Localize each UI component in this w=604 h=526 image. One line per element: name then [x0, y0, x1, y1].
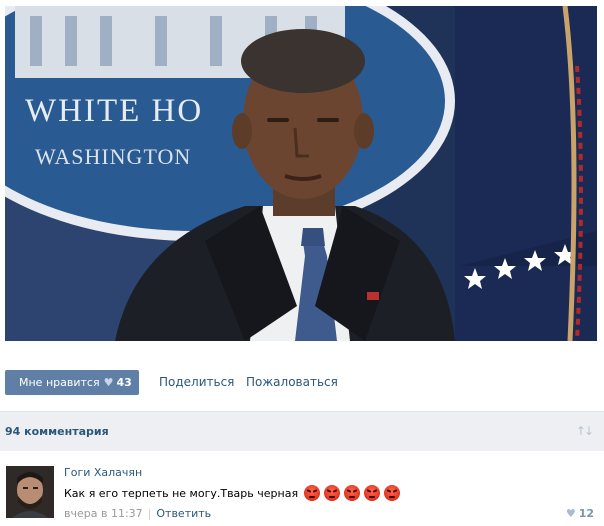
photo-illustration: WHITE HO WASHINGTON: [5, 6, 597, 341]
photo-sign-line1: WHITE HO: [25, 93, 203, 129]
angry-face-icon: [384, 485, 401, 501]
angry-face-icon: [304, 485, 321, 501]
post-photo[interactable]: WHITE HO WASHINGTON: [5, 6, 597, 341]
reply-link[interactable]: Ответить: [156, 507, 211, 520]
like-label: Мне нравится: [19, 376, 100, 389]
emoji-group: [304, 485, 401, 501]
angry-face-icon: [344, 485, 361, 501]
like-button[interactable]: Мне нравится ♥ 43: [5, 370, 139, 395]
report-link[interactable]: Пожаловаться: [246, 375, 338, 389]
comment-like-button[interactable]: ♥ 12: [566, 507, 594, 520]
heart-icon: ♥: [103, 376, 114, 389]
separator: |: [147, 507, 152, 520]
avatar[interactable]: [6, 466, 54, 518]
comments-header: 94 комментария ↑↓: [0, 411, 604, 451]
comments-count[interactable]: 94 комментария: [5, 425, 109, 438]
comment-body: Как я его терпеть не могу.Тварь черная: [64, 485, 401, 501]
heart-icon: ♥: [565, 507, 576, 520]
comment-time[interactable]: вчера в 11:37: [64, 507, 143, 520]
angry-face-icon: [324, 485, 341, 501]
angry-face-icon: [364, 485, 381, 501]
comment-author[interactable]: Гоги Халачян: [64, 466, 142, 479]
sort-arrows-icon[interactable]: ↑↓: [576, 424, 594, 438]
comment-text: Как я его терпеть не могу.Тварь черная: [64, 486, 299, 500]
like-count: 43: [116, 376, 132, 389]
share-link[interactable]: Поделиться: [159, 375, 234, 389]
comment-like-count: 12: [578, 507, 594, 520]
avatar-image: [6, 466, 54, 518]
comment-meta: вчера в 11:37 | Ответить: [64, 507, 211, 520]
photo-sign-line2: WASHINGTON: [35, 144, 191, 169]
